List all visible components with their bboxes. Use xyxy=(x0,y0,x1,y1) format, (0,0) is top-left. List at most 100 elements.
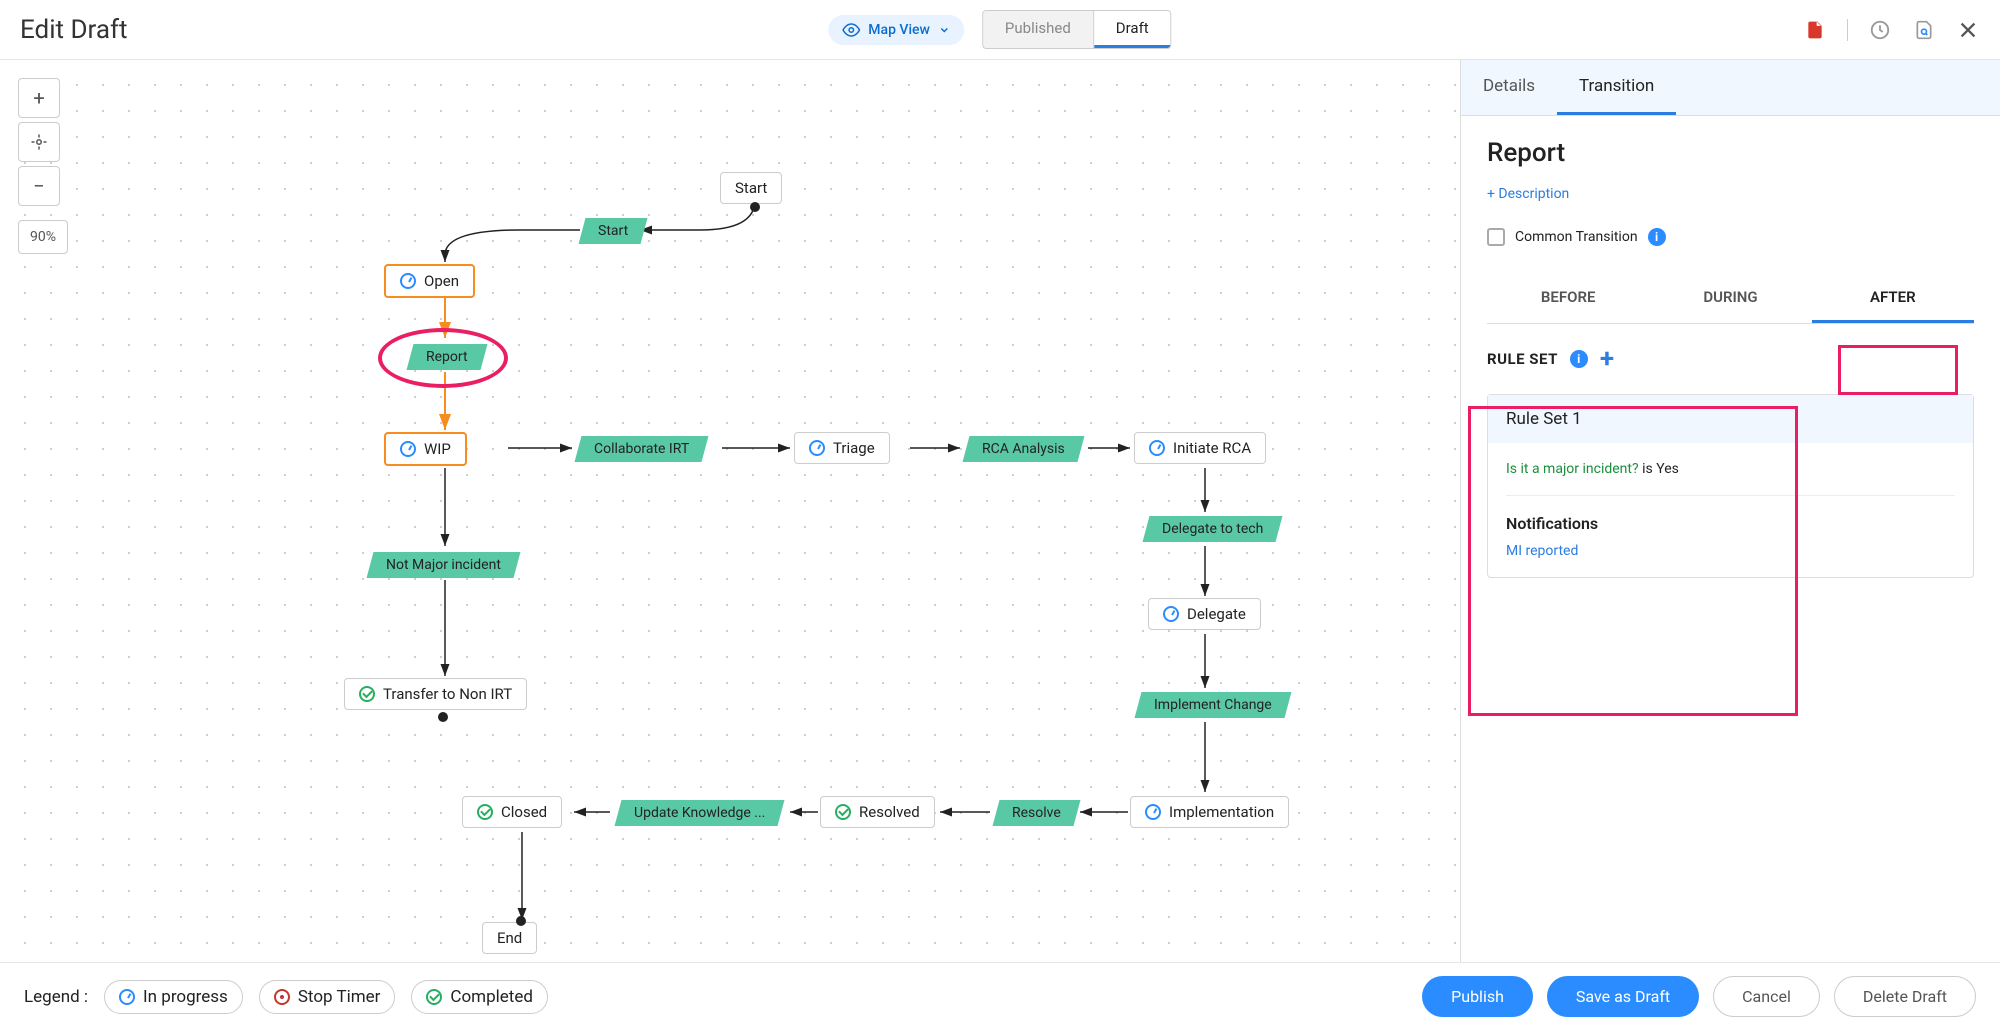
node-triage[interactable]: Triage xyxy=(794,432,890,464)
page-title: Edit Draft xyxy=(20,15,128,45)
ruleset-header: RULE SET i + xyxy=(1487,346,1974,372)
seg-published[interactable]: Published xyxy=(983,11,1094,48)
subtab-during[interactable]: DURING xyxy=(1649,274,1811,323)
end-ball xyxy=(516,916,526,926)
completed-icon xyxy=(835,804,851,820)
delete-draft-button[interactable]: Delete Draft xyxy=(1834,976,1976,1017)
node-closed[interactable]: Closed xyxy=(462,796,562,828)
ruleset-label: RULE SET xyxy=(1487,350,1558,368)
canvas-wrapper: + − 90% xyxy=(0,60,1460,962)
common-transition-checkbox[interactable] xyxy=(1487,228,1505,246)
close-icon[interactable] xyxy=(1956,18,1980,42)
progress-icon xyxy=(809,440,825,456)
node-implementation-label: Implementation xyxy=(1169,803,1274,821)
legend-comp-label: Completed xyxy=(450,987,533,1007)
notification-item[interactable]: MI reported xyxy=(1506,543,1955,559)
zoom-in-button[interactable]: + xyxy=(18,78,60,118)
node-start[interactable]: Start xyxy=(720,172,782,204)
legend-prog-label: In progress xyxy=(143,987,228,1007)
separator xyxy=(1506,495,1955,496)
search-doc-icon[interactable] xyxy=(1912,18,1936,42)
trans-start[interactable]: Start xyxy=(579,218,648,244)
seg-draft[interactable]: Draft xyxy=(1094,11,1171,48)
progress-icon xyxy=(400,273,416,289)
tab-transition[interactable]: Transition xyxy=(1557,60,1676,115)
cond-question: Is it a major incident? xyxy=(1506,461,1639,477)
node-closed-label: Closed xyxy=(501,803,547,821)
legend-label: Legend : xyxy=(24,987,88,1007)
node-open[interactable]: Open xyxy=(384,264,475,298)
legend-stop-timer: Stop Timer xyxy=(259,980,396,1014)
node-resolved-label: Resolved xyxy=(859,803,920,821)
cancel-button[interactable]: Cancel xyxy=(1713,976,1820,1017)
map-view-dropdown[interactable]: Map View xyxy=(828,15,964,45)
trans-resolve-label: Resolve xyxy=(1012,805,1061,821)
ruleset-section: RULE SET i + Rule Set 1 Is it a major in… xyxy=(1487,324,1974,600)
panel-tabs: Details Transition xyxy=(1461,60,2000,116)
tab-details[interactable]: Details xyxy=(1461,60,1557,115)
legend-completed: Completed xyxy=(411,980,548,1014)
trans-update-knowledge[interactable]: Update Knowledge ... xyxy=(615,800,785,826)
pdf-icon[interactable] xyxy=(1803,18,1827,42)
trans-not-major[interactable]: Not Major incident xyxy=(367,552,521,578)
zoom-controls: + − 90% xyxy=(18,78,68,254)
trans-implement-change[interactable]: Implement Change xyxy=(1135,692,1292,718)
info-icon[interactable]: i xyxy=(1570,350,1588,368)
trans-start-label: Start xyxy=(598,223,628,239)
node-end[interactable]: End xyxy=(482,922,537,954)
cond-value: Yes xyxy=(1656,461,1679,477)
trans-collaborate[interactable]: Collaborate IRT xyxy=(575,436,709,462)
main-area: + − 90% xyxy=(0,60,2000,962)
trans-rca[interactable]: RCA Analysis xyxy=(963,436,1085,462)
trans-report-label: Report xyxy=(426,349,468,365)
progress-icon xyxy=(1163,606,1179,622)
rule-card[interactable]: Rule Set 1 Is it a major incident? is Ye… xyxy=(1487,394,1974,578)
rule-card-title: Rule Set 1 xyxy=(1488,395,1973,443)
node-triage-label: Triage xyxy=(833,439,875,457)
history-icon[interactable] xyxy=(1868,18,1892,42)
stop-icon xyxy=(274,989,290,1005)
node-delegate-label: Delegate xyxy=(1187,605,1246,623)
subtab-after[interactable]: AFTER xyxy=(1812,274,1974,323)
trans-report[interactable]: Report xyxy=(407,344,488,370)
progress-icon xyxy=(1149,440,1165,456)
canvas[interactable]: Start Open WIP Triage Initiate RCA Deleg… xyxy=(0,60,1460,962)
node-wip[interactable]: WIP xyxy=(384,432,467,466)
footer-actions: Publish Save as Draft Cancel Delete Draf… xyxy=(1422,976,1976,1017)
zoom-out-button[interactable]: − xyxy=(18,166,60,206)
footer-bar: Legend : In progress Stop Timer Complete… xyxy=(0,962,2000,1030)
add-ruleset-button[interactable]: + xyxy=(1600,346,1615,372)
node-implementation[interactable]: Implementation xyxy=(1130,796,1289,828)
add-description-link[interactable]: + Description xyxy=(1487,186,1974,202)
trans-notmajor-label: Not Major incident xyxy=(386,557,501,573)
common-transition-row: Common Transition i xyxy=(1487,228,1974,246)
legend-in-progress: In progress xyxy=(104,980,243,1014)
progress-icon xyxy=(400,441,416,457)
sub-tabs: BEFORE DURING AFTER xyxy=(1487,274,1974,324)
start-ball xyxy=(750,202,760,212)
node-start-label: Start xyxy=(735,179,767,197)
trans-impl-label: Implement Change xyxy=(1154,697,1272,713)
common-transition-label: Common Transition xyxy=(1515,229,1638,245)
panel-body: Report + Description Common Transition i… xyxy=(1461,116,2000,622)
save-draft-button[interactable]: Save as Draft xyxy=(1547,976,1699,1017)
cond-is: is xyxy=(1642,461,1653,477)
trans-resolve[interactable]: Resolve xyxy=(993,800,1081,826)
node-initiate-rca[interactable]: Initiate RCA xyxy=(1134,432,1266,464)
info-icon[interactable]: i xyxy=(1648,228,1666,246)
node-end-label: End xyxy=(497,929,522,947)
progress-icon xyxy=(119,989,135,1005)
node-delegate[interactable]: Delegate xyxy=(1148,598,1261,630)
top-right xyxy=(1803,18,1980,42)
trans-delegate-tech[interactable]: Delegate to tech xyxy=(1143,516,1283,542)
side-panel: Details Transition Report + Description … xyxy=(1460,60,2000,962)
publish-button[interactable]: Publish xyxy=(1422,976,1533,1017)
completed-icon xyxy=(477,804,493,820)
rule-condition: Is it a major incident? is Yes xyxy=(1506,461,1955,477)
node-resolved[interactable]: Resolved xyxy=(820,796,935,828)
top-center: Map View Published Draft xyxy=(828,10,1171,49)
zoom-center-button[interactable] xyxy=(18,122,60,162)
trans-deltech-label: Delegate to tech xyxy=(1162,521,1263,537)
subtab-before[interactable]: BEFORE xyxy=(1487,274,1649,323)
node-transfer[interactable]: Transfer to Non IRT xyxy=(344,678,527,710)
